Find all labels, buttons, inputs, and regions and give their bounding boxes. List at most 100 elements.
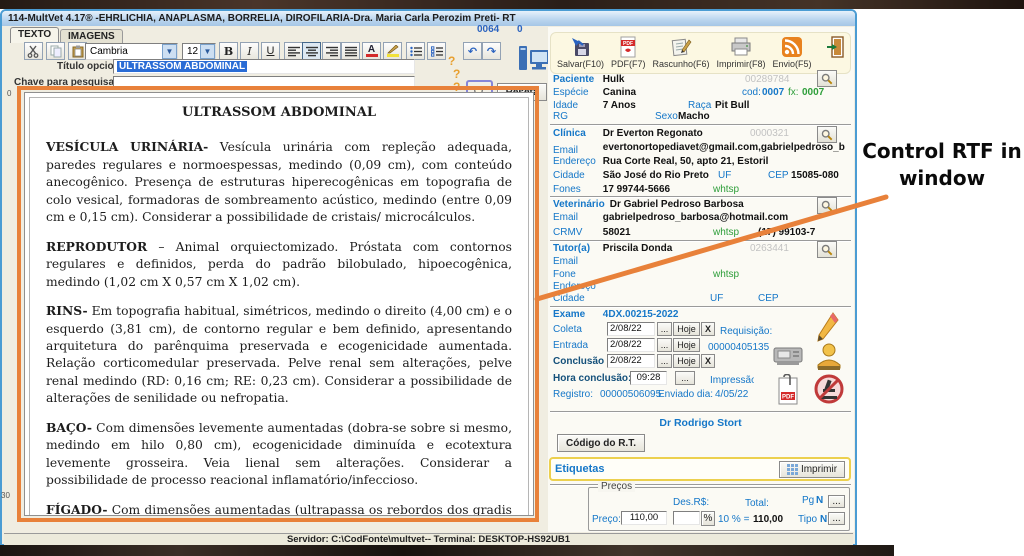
- chave-pesquisa-input[interactable]: [113, 76, 415, 90]
- redo-button[interactable]: ↷: [482, 42, 501, 60]
- titulo-opcional-input[interactable]: ULTRASSOM ABDOMINAL: [113, 59, 415, 74]
- rtf-document-area[interactable]: ULTRASSOM ABDOMINAL VESÍCULA URINÁRIA- V…: [24, 92, 534, 516]
- actions-toolbar: Salvar(F10) PDF PDF(F7) Rascunho(F6) Imp…: [550, 32, 851, 74]
- font-family-select[interactable]: Cambria ▼: [85, 43, 178, 60]
- conclusao-calendar-button[interactable]: ...: [657, 354, 672, 368]
- percent-formula: 10 % =: [718, 514, 750, 525]
- imprimir-label: Imprimir(F8): [716, 59, 766, 69]
- attendant-person-icon[interactable]: [815, 341, 843, 371]
- rtf-document-page[interactable]: ULTRASSOM ABDOMINAL VESÍCULA URINÁRIA- V…: [29, 97, 529, 515]
- email-label: Email: [553, 256, 579, 267]
- rascunho-button[interactable]: Rascunho(F6): [653, 35, 710, 69]
- desconto-input[interactable]: [673, 511, 700, 525]
- veterinario-nome: Dr Gabriel Pedroso Barbosa: [609, 199, 744, 210]
- entrada-input[interactable]: 2/08/22: [607, 338, 655, 352]
- conclusao-row: Conclusão 2/08/22 ... Hoje X: [553, 354, 853, 368]
- hora-conclusao-row: Hora conclusão: 09:28 ... Impressão: [553, 371, 853, 386]
- microscope-crossed-icon[interactable]: [813, 373, 845, 405]
- numbered-list-icon: [430, 45, 443, 57]
- paciente-search-button[interactable]: [817, 70, 837, 87]
- window-titlebar[interactable]: 114-MultVet 4.17® -EHRLICHIA, ANAPLASMA,…: [2, 11, 855, 26]
- hora-conclusao-input[interactable]: 09:28: [630, 371, 667, 385]
- whatsapp-link[interactable]: whtsp: [713, 227, 739, 238]
- coleta-calendar-button[interactable]: ...: [657, 322, 672, 336]
- codigo-rt-button[interactable]: Código do R.T.: [557, 434, 645, 452]
- conclusao-hoje-button[interactable]: Hoje: [673, 354, 700, 368]
- sexo-value: Macho: [678, 111, 710, 122]
- record-counter: 0064: [477, 24, 500, 35]
- hora-button[interactable]: ...: [675, 371, 695, 385]
- coleta-input[interactable]: 2/08/22: [607, 322, 655, 336]
- numbered-list-button[interactable]: [427, 42, 446, 60]
- magnifier-icon: [821, 200, 833, 211]
- align-justify-button[interactable]: [341, 42, 360, 60]
- annotation-text: Control RTF in window: [862, 138, 1022, 192]
- chave-pesquisa-label: Chave para pesquisa: [14, 77, 115, 88]
- align-left-icon: [287, 46, 300, 56]
- conclusao-clear-button[interactable]: X: [701, 354, 715, 368]
- desktop-background-bottom: [0, 545, 894, 556]
- clinica-endereco: Rua Corte Real, 50, apto 21, Estoril: [602, 156, 769, 167]
- pg-more-button[interactable]: ...: [828, 495, 845, 508]
- bold-button[interactable]: B: [219, 42, 238, 60]
- paciente-row: Paciente Hulk 00289784: [553, 74, 853, 86]
- bullet-list-icon: [409, 46, 422, 56]
- align-right-button[interactable]: [322, 42, 341, 60]
- idade-value: 7 Anos: [602, 100, 636, 111]
- pdf-button[interactable]: PDF PDF(F7): [611, 35, 646, 69]
- preco-input[interactable]: 110,00: [621, 511, 667, 525]
- chevron-down-icon: ▼: [162, 44, 177, 59]
- paciente-label: Paciente: [553, 74, 595, 85]
- edit-pencil-icon[interactable]: [815, 311, 839, 343]
- tipo-more-button[interactable]: ...: [828, 512, 845, 525]
- tab-imagens[interactable]: IMAGENS: [60, 29, 123, 43]
- notepad-pencil-icon: [671, 38, 692, 57]
- font-color-button[interactable]: A: [362, 42, 381, 60]
- undo-button[interactable]: ↶: [463, 42, 482, 60]
- entrada-row: Entrada 2/08/22 ... Hoje 00000405135: [553, 338, 853, 353]
- underline-button[interactable]: U: [261, 42, 280, 60]
- entrada-hoje-button[interactable]: Hoje: [673, 338, 700, 352]
- paciente-id: 00289784: [745, 74, 790, 85]
- conclusao-input[interactable]: 2/08/22: [607, 354, 655, 368]
- magnifier-icon: [821, 73, 833, 84]
- etiquetas-imprimir-button[interactable]: Imprimir: [779, 460, 845, 478]
- whatsapp-link[interactable]: whtsp: [713, 184, 739, 195]
- copy-button[interactable]: [46, 42, 65, 60]
- fx-label: fx:: [788, 87, 799, 98]
- annotation-line1: Control RTF in: [862, 139, 1022, 163]
- coleta-clear-button[interactable]: X: [701, 322, 715, 336]
- paragraph-lead: VESÍCULA URINÁRIA-: [46, 139, 209, 155]
- printer-icon: [731, 37, 751, 56]
- whatsapp-link[interactable]: whtsp: [713, 269, 739, 280]
- italic-button[interactable]: I: [240, 42, 259, 60]
- computer-monitor-icon[interactable]: [518, 44, 550, 72]
- highlight-button[interactable]: [383, 42, 402, 60]
- envio-label: Envio(F5): [772, 59, 812, 69]
- align-center-button[interactable]: [302, 42, 321, 60]
- imprimir-button[interactable]: Imprimir(F8): [717, 35, 766, 69]
- coleta-hoje-button[interactable]: Hoje: [673, 322, 700, 336]
- entrada-calendar-button[interactable]: ...: [657, 338, 672, 352]
- paragraph-text: Com dimensões levemente aumentadas (dobr…: [46, 420, 512, 488]
- rascunho-label: Rascunho(F6): [652, 59, 710, 69]
- envio-button[interactable]: Envio(F5): [773, 35, 812, 69]
- percent-button[interactable]: %: [701, 511, 715, 526]
- align-left-button[interactable]: [284, 42, 303, 60]
- fax-device-icon[interactable]: [773, 344, 803, 366]
- pg-label: Pg: [802, 495, 815, 506]
- exit-button[interactable]: [826, 35, 846, 59]
- font-size-select[interactable]: 12 ▼: [182, 43, 216, 60]
- font-color-swatch: [365, 54, 378, 57]
- veterinario-email: gabrielpedroso_barbosa@hotmail.com: [602, 212, 789, 223]
- tab-texto[interactable]: TEXTO: [10, 27, 60, 43]
- clinica-cidade-row: Cidade São José do Rio Preto UF CEP 1508…: [553, 170, 853, 182]
- tutor-cidade-row: Cidade UF CEP: [553, 293, 853, 305]
- pdf-attachment-icon[interactable]: PDF: [775, 374, 801, 406]
- bullet-list-button[interactable]: [406, 42, 425, 60]
- desktop-background-top: [0, 0, 1024, 9]
- clinica-search-button[interactable]: [817, 126, 837, 143]
- salvar-button[interactable]: Salvar(F10): [557, 35, 604, 69]
- cut-button[interactable]: [24, 42, 43, 60]
- paragraph-rins: RINS- Em topografia habitual, simétricos…: [46, 302, 512, 408]
